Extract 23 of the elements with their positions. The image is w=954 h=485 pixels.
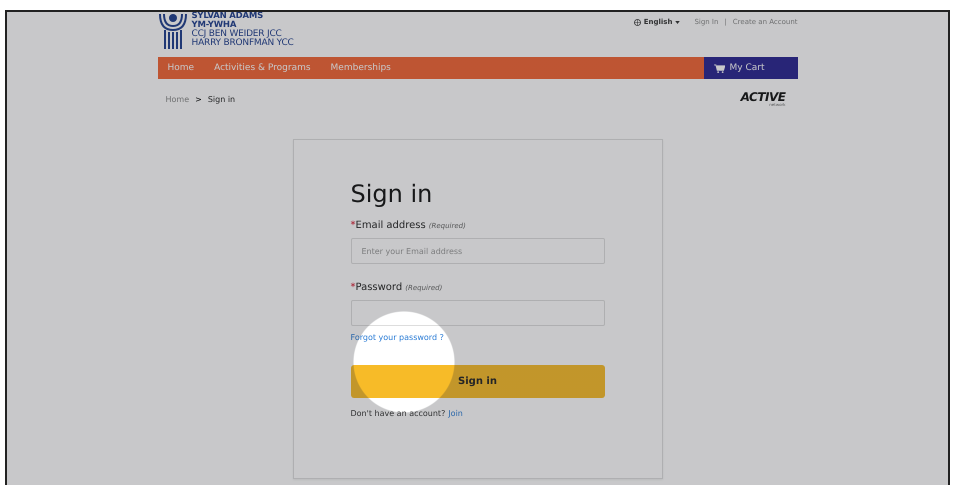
- logo-text: HARRY BRONFMAN YCC: [192, 39, 294, 48]
- nav-item[interactable]: Home: [158, 57, 204, 79]
- logo-text: YM-YWHA: [192, 21, 236, 30]
- input-field[interactable]: Enter your Email address: [350, 238, 604, 264]
- signup-prompt: Don't have an account?: [350, 409, 446, 418]
- cart-button[interactable]: My Cart: [704, 57, 798, 79]
- logo-text: SYLVAN ADAMS: [192, 12, 264, 21]
- nav-item[interactable]: Memberships: [320, 57, 401, 79]
- cart-icon: [714, 64, 724, 72]
- input-field[interactable]: [350, 300, 604, 326]
- logo-icon: [158, 12, 188, 50]
- nav-item[interactable]: Activities & Programs: [204, 57, 321, 79]
- form-title: Sign in: [350, 180, 434, 208]
- logo-text: CCJ BEN WEIDER JCC: [192, 30, 282, 39]
- breadcrumb-separator: >: [195, 95, 202, 104]
- join-link[interactable]: Join: [448, 409, 463, 418]
- breadcrumb-link[interactable]: Sign in: [208, 95, 236, 104]
- globe-icon: [634, 18, 641, 26]
- partner-logo: ACTIVE: [740, 92, 786, 103]
- breadcrumb-link[interactable]: Home: [166, 95, 190, 104]
- sign-in-button[interactable]: Sign in: [350, 365, 604, 398]
- caret-icon: [675, 20, 680, 24]
- forgot-password-link[interactable]: Forgot your password ?: [350, 333, 444, 342]
